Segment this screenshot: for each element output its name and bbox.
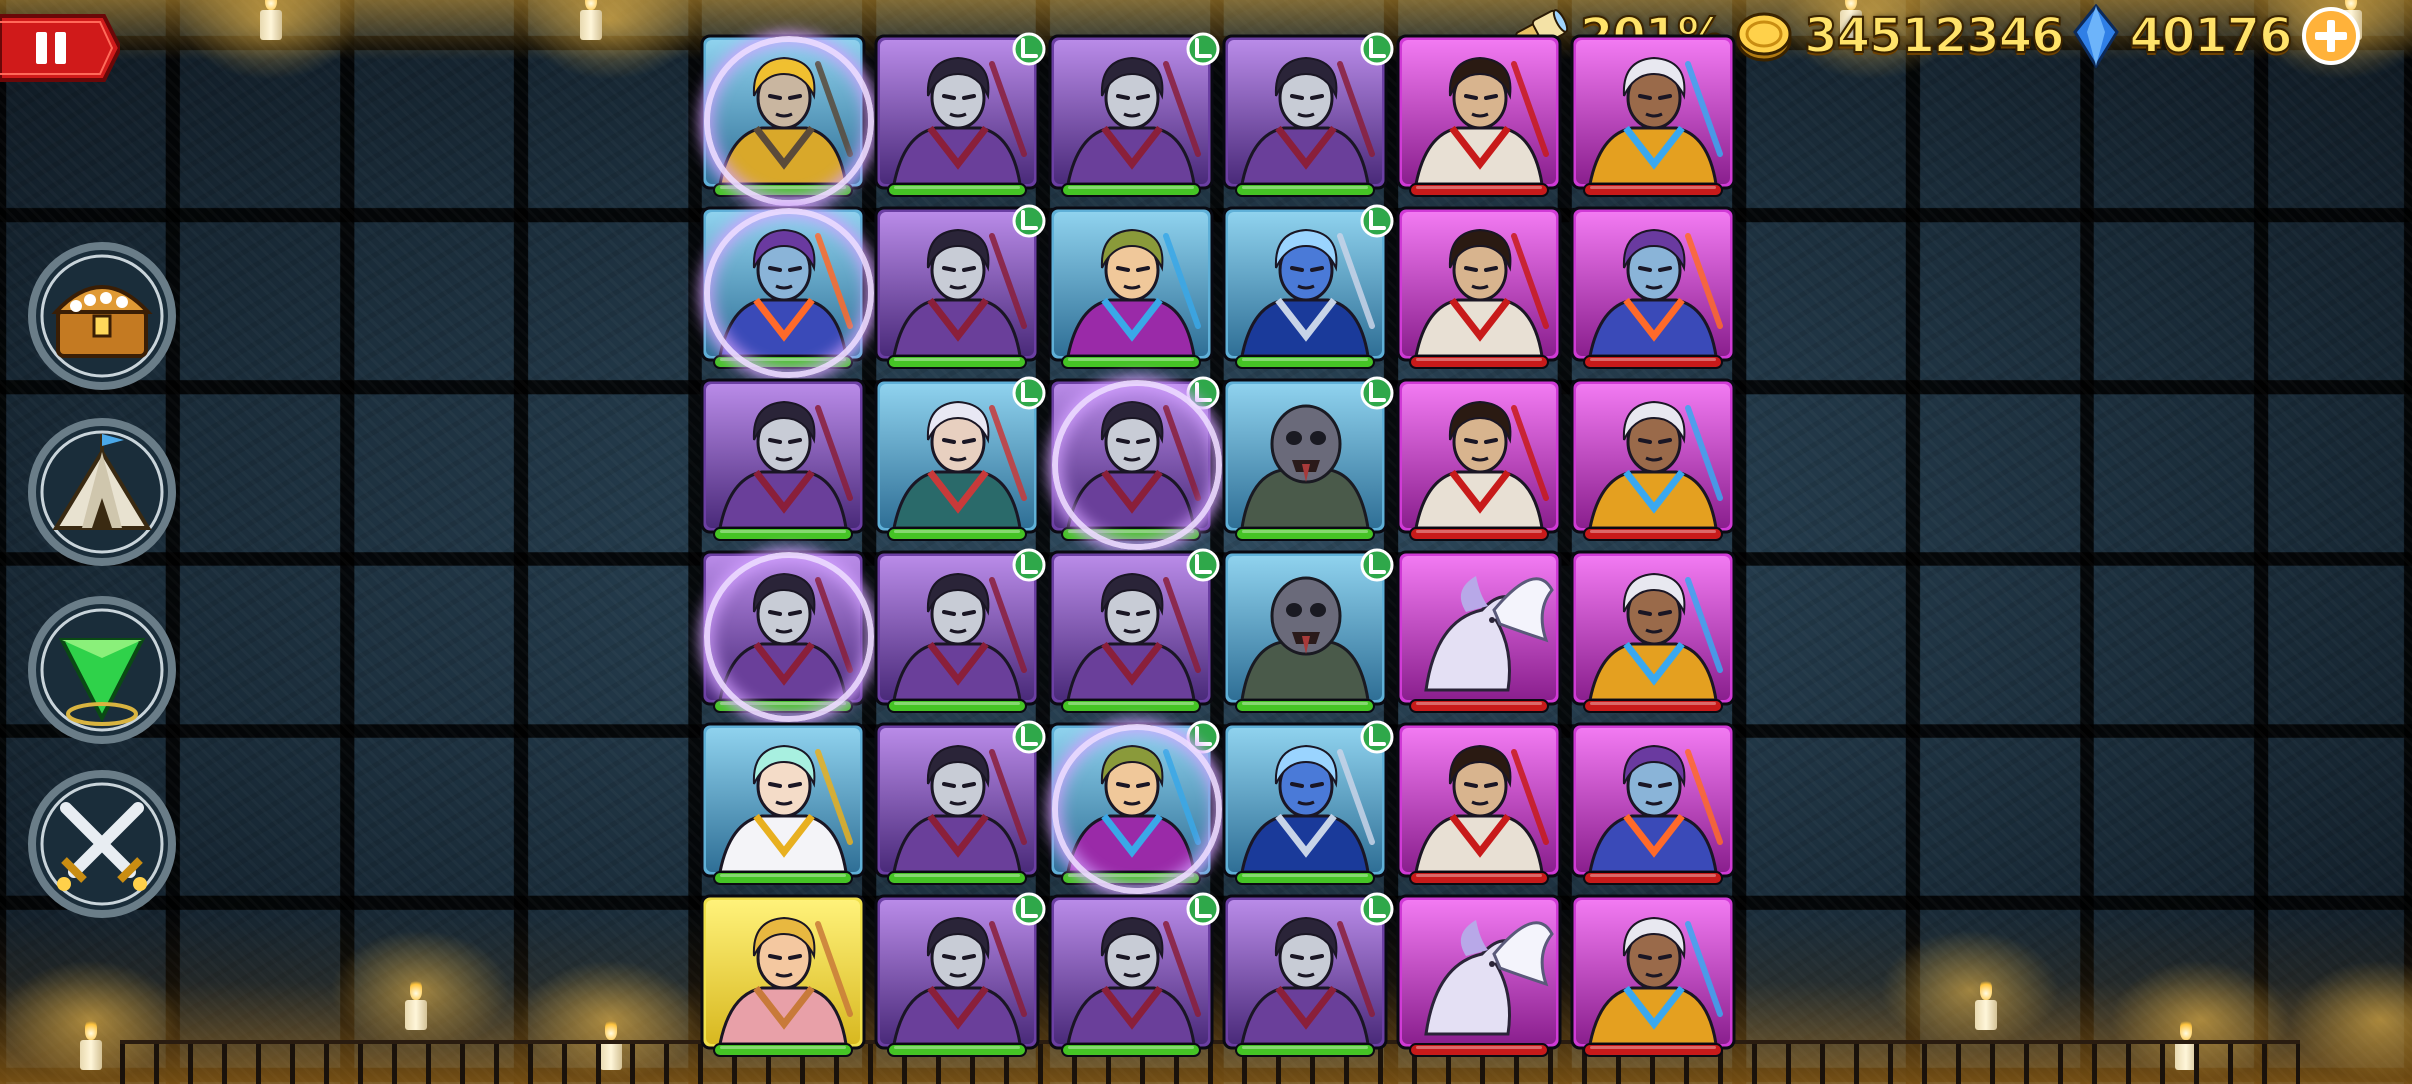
hero-portrait-ice-mage bbox=[1570, 550, 1736, 713]
hero-portrait-samurai-warrior bbox=[1396, 722, 1562, 885]
level-up-badge-icon bbox=[1012, 548, 1046, 582]
hero-portrait-samurai-warrior bbox=[1396, 34, 1562, 197]
hero-card-golden-armored-knight[interactable] bbox=[700, 34, 874, 206]
hero-card-dark-archer[interactable] bbox=[874, 548, 1046, 716]
hero-card-holy-priestess[interactable] bbox=[700, 722, 866, 888]
level-up-badge-icon bbox=[1186, 548, 1220, 582]
hero-card-mermaid[interactable] bbox=[1048, 206, 1214, 372]
level-up-badge-icon bbox=[1012, 720, 1046, 754]
selection-ring bbox=[1052, 724, 1222, 894]
hero-card-dark-archer[interactable] bbox=[1222, 32, 1394, 200]
hero-card-dark-archer[interactable] bbox=[874, 720, 1046, 888]
hero-card-zombie-brute[interactable] bbox=[1222, 376, 1394, 544]
hero-board bbox=[700, 32, 1736, 1060]
battle-button[interactable] bbox=[26, 768, 178, 920]
hero-card-ice-mage[interactable] bbox=[1570, 894, 1736, 1060]
hero-card-dark-archer[interactable] bbox=[1048, 892, 1220, 1060]
summon-button[interactable] bbox=[26, 594, 178, 746]
hero-card-mermaid[interactable] bbox=[1048, 720, 1222, 894]
pause-button[interactable] bbox=[0, 12, 123, 84]
hero-card-samurai-warrior[interactable] bbox=[1396, 206, 1562, 372]
selection-ring bbox=[704, 552, 874, 722]
hero-portrait-ice-mage bbox=[1570, 34, 1736, 197]
hero-card-ice-mage[interactable] bbox=[1570, 34, 1736, 200]
level-up-badge-icon bbox=[1360, 548, 1394, 582]
hero-card-ice-mage[interactable] bbox=[1570, 378, 1736, 544]
hero-card-dark-archer[interactable] bbox=[1222, 892, 1394, 1060]
treasure-button[interactable] bbox=[26, 240, 178, 392]
treasure-chest-icon bbox=[28, 242, 176, 390]
hero-card-trident-sea-lord[interactable] bbox=[1222, 720, 1394, 888]
hero-card-frost-sorceress[interactable] bbox=[700, 206, 874, 378]
selection-ring bbox=[704, 208, 874, 378]
hero-card-dark-archer[interactable] bbox=[700, 378, 866, 544]
gold-amount-label: 34512346 bbox=[1803, 7, 2065, 65]
hero-card-dark-archer[interactable] bbox=[1048, 376, 1222, 550]
level-up-badge-icon bbox=[1360, 376, 1394, 410]
level-up-badge-icon bbox=[1360, 32, 1394, 66]
level-up-badge-icon bbox=[1012, 892, 1046, 926]
hero-card-dark-archer[interactable] bbox=[874, 32, 1046, 200]
hero-portrait-forest-fairy bbox=[700, 894, 866, 1057]
candle bbox=[1975, 978, 1997, 1030]
hero-card-dark-archer[interactable] bbox=[874, 892, 1046, 1060]
level-up-badge-icon bbox=[1012, 376, 1046, 410]
add-currency-button[interactable] bbox=[2301, 6, 2361, 66]
hero-card-frost-sorceress[interactable] bbox=[1570, 206, 1736, 372]
selection-ring bbox=[1052, 380, 1222, 550]
candle bbox=[405, 978, 427, 1030]
hero-card-pegasus[interactable] bbox=[1396, 894, 1562, 1060]
hero-card-trident-sea-lord[interactable] bbox=[1222, 204, 1394, 372]
hero-card-dark-archer[interactable] bbox=[1048, 548, 1220, 716]
hero-portrait-pegasus bbox=[1396, 894, 1562, 1057]
hero-portrait-dark-archer bbox=[700, 378, 866, 541]
hero-portrait-ice-mage bbox=[1570, 378, 1736, 541]
level-up-badge-icon bbox=[1186, 32, 1220, 66]
selection-ring bbox=[704, 36, 874, 206]
hero-portrait-ice-mage bbox=[1570, 894, 1736, 1057]
pause-icon bbox=[0, 14, 123, 82]
level-up-badge-icon bbox=[1360, 204, 1394, 238]
hero-portrait-pegasus bbox=[1396, 550, 1562, 713]
candle bbox=[580, 0, 602, 40]
hero-portrait-frost-sorceress bbox=[1570, 206, 1736, 369]
hero-portrait-holy-priestess bbox=[700, 722, 866, 885]
plus-icon bbox=[2302, 7, 2361, 65]
tent-icon bbox=[28, 418, 176, 566]
candle bbox=[80, 1018, 102, 1070]
candle-glow bbox=[1880, 930, 2060, 1050]
hero-card-samurai-warrior[interactable] bbox=[1396, 34, 1562, 200]
level-up-badge-icon bbox=[1012, 32, 1046, 66]
level-up-badge-icon bbox=[1360, 892, 1394, 926]
hero-card-elf-ranger[interactable] bbox=[874, 376, 1046, 544]
level-up-badge-icon bbox=[1186, 892, 1220, 926]
gold-coin-icon bbox=[1734, 8, 1794, 64]
candle bbox=[260, 0, 282, 40]
crossed-swords-icon bbox=[28, 770, 176, 918]
hero-portrait-samurai-warrior bbox=[1396, 378, 1562, 541]
hero-card-samurai-warrior[interactable] bbox=[1396, 378, 1562, 544]
hero-card-zombie-brute[interactable] bbox=[1222, 548, 1394, 716]
hero-card-pegasus[interactable] bbox=[1396, 550, 1562, 716]
gems-amount-label: 40176 bbox=[2128, 7, 2293, 65]
hero-portrait-samurai-warrior bbox=[1396, 206, 1562, 369]
hero-card-forest-fairy[interactable] bbox=[700, 894, 866, 1060]
level-up-badge-icon bbox=[1012, 204, 1046, 238]
camp-button[interactable] bbox=[26, 416, 178, 568]
hero-card-ice-mage[interactable] bbox=[1570, 550, 1736, 716]
hero-card-dark-archer[interactable] bbox=[1048, 32, 1220, 200]
hero-card-frost-sorceress[interactable] bbox=[1570, 722, 1736, 888]
hero-card-samurai-warrior[interactable] bbox=[1396, 722, 1562, 888]
hero-portrait-frost-sorceress bbox=[1570, 722, 1736, 885]
hero-portrait-mermaid bbox=[1048, 206, 1214, 369]
level-up-badge-icon bbox=[1360, 720, 1394, 754]
hero-card-dark-archer[interactable] bbox=[700, 550, 874, 722]
blue-gem-icon bbox=[2073, 4, 2120, 68]
green-crystal-icon bbox=[28, 596, 176, 744]
hero-card-dark-archer[interactable] bbox=[874, 204, 1046, 372]
